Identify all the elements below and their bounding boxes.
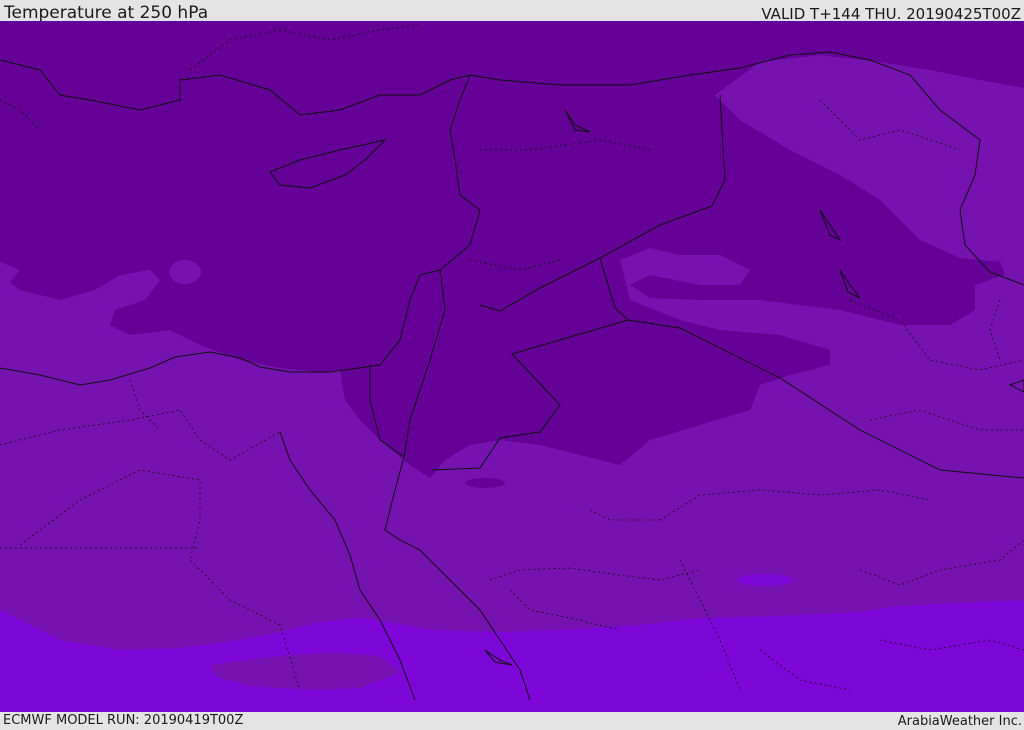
header-bar: Temperature at 250 hPa VALID T+144 THU. … xyxy=(0,0,1024,23)
footer-bar: ECMWF MODEL RUN: 20190419T00Z ArabiaWeat… xyxy=(0,712,1024,729)
credit-text: ArabiaWeather Inc. xyxy=(897,714,1022,729)
map-title: Temperature at 250 hPa xyxy=(4,3,209,23)
model-run: ECMWF MODEL RUN: 20190419T00Z xyxy=(3,713,244,728)
patch-mid xyxy=(169,260,201,284)
map-panel xyxy=(0,21,1024,712)
temperature-map xyxy=(0,21,1024,712)
patch-cold xyxy=(465,478,505,488)
patch-warm xyxy=(737,574,793,586)
